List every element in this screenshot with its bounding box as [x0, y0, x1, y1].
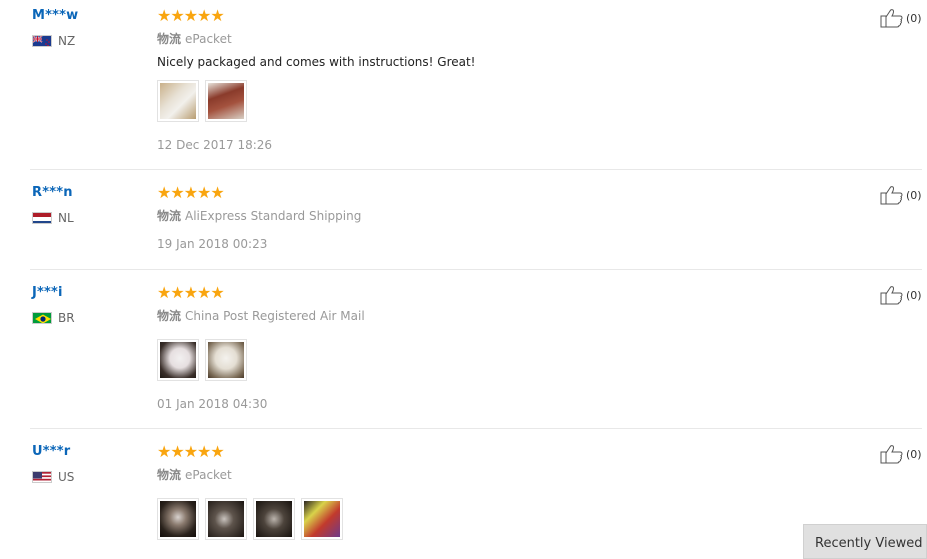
review-photo-thumbnail[interactable]: [157, 339, 199, 381]
country-code: NZ: [58, 34, 76, 48]
logistics-info: 物流 AliExpress Standard Shipping: [157, 207, 361, 224]
review-item: M***w NZ ★★★★★ 物流 ePacket Nicely packaged…: [0, 6, 922, 170]
star-rating: ★★★★★: [157, 283, 225, 302]
review-photo-thumbnail[interactable]: [253, 498, 295, 540]
logistics-info: 物流 ePacket: [157, 30, 232, 47]
thumbs-up-icon: [880, 9, 903, 28]
review-photo-thumbnail[interactable]: [205, 339, 247, 381]
logistics-method: ePacket: [185, 468, 232, 482]
reviewer-name[interactable]: J***i: [32, 285, 63, 300]
logistics-label: 物流: [157, 32, 182, 46]
review-date: 19 Jan 2018 00:23: [157, 237, 268, 251]
review-photo-thumbnail[interactable]: [157, 498, 199, 540]
logistics-label: 物流: [157, 209, 182, 223]
useful-count: (0): [906, 288, 922, 302]
review-photo-thumbnail[interactable]: [301, 498, 343, 540]
logistics-method: AliExpress Standard Shipping: [185, 209, 362, 223]
useful-button[interactable]: (0): [880, 444, 922, 464]
useful-count: (0): [906, 447, 922, 461]
flag-us-icon: [32, 471, 52, 483]
logistics-label: 物流: [157, 309, 182, 323]
country-code: US: [58, 470, 75, 484]
review-photo-thumbnail[interactable]: [157, 80, 199, 122]
review-photo-thumbnail[interactable]: [205, 498, 247, 540]
reviewer-country: NZ: [32, 34, 75, 48]
country-code: BR: [58, 311, 75, 325]
review-date: 01 Jan 2018 04:30: [157, 397, 268, 411]
country-code: NL: [58, 211, 74, 225]
review-photos: [157, 80, 247, 122]
reviewer-name[interactable]: R***n: [32, 185, 73, 200]
logistics-method: China Post Registered Air Mail: [185, 309, 365, 323]
logistics-method: ePacket: [185, 32, 232, 46]
divider: [30, 269, 922, 270]
star-rating: ★★★★★: [157, 6, 225, 25]
reviewer-name[interactable]: M***w: [32, 8, 78, 23]
logistics-label: 物流: [157, 468, 182, 482]
useful-button[interactable]: (0): [880, 185, 922, 205]
review-photos: [157, 339, 247, 381]
reviewer-country: BR: [32, 311, 75, 325]
review-item: R***n NL ★★★★★ 物流 AliExpress Standard Shi…: [0, 183, 922, 270]
star-rating: ★★★★★: [157, 183, 225, 202]
divider: [30, 169, 922, 170]
logistics-info: 物流 China Post Registered Air Mail: [157, 307, 365, 324]
reviewer-name[interactable]: U***r: [32, 444, 70, 459]
thumbs-up-icon: [880, 445, 903, 464]
review-date: 12 Dec 2017 18:26: [157, 138, 273, 152]
divider: [30, 428, 922, 429]
review-text: Nicely packaged and comes with instructi…: [157, 55, 476, 69]
useful-button[interactable]: (0): [880, 285, 922, 305]
review-photo-thumbnail[interactable]: [205, 80, 247, 122]
reviewer-country: NL: [32, 211, 74, 225]
review-photos: [157, 498, 343, 540]
thumbs-up-icon: [880, 286, 903, 305]
reviewer-country: US: [32, 470, 74, 484]
recently-viewed-button[interactable]: Recently Viewed: [803, 524, 927, 559]
useful-count: (0): [906, 11, 922, 25]
thumbs-up-icon: [880, 186, 903, 205]
useful-button[interactable]: (0): [880, 8, 922, 28]
review-item: J***i BR ★★★★★ 物流 China Post Registered A…: [0, 283, 922, 429]
star-rating: ★★★★★: [157, 442, 225, 461]
logistics-info: 物流 ePacket: [157, 466, 232, 483]
flag-nl-icon: [32, 212, 52, 224]
flag-br-icon: [32, 312, 52, 324]
useful-count: (0): [906, 188, 922, 202]
review-item: U***r US ★★★★★ 物流 ePacket (0): [0, 442, 922, 559]
flag-nz-icon: [32, 35, 52, 47]
